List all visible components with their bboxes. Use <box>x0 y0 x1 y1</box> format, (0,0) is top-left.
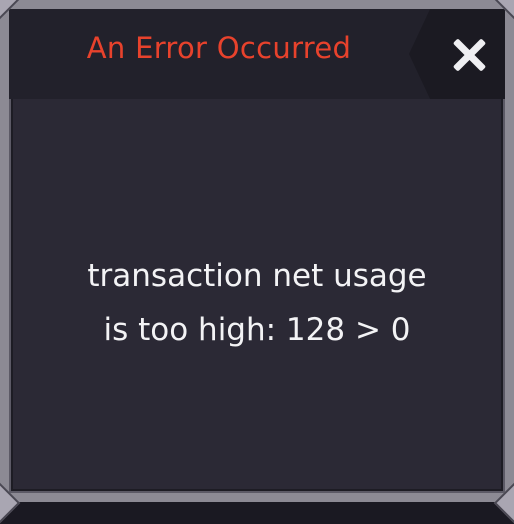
error-message-line-2: is too high: 128 > 0 <box>29 303 485 357</box>
error-dialog: An Error Occurred transaction net usage … <box>0 0 514 502</box>
error-message-line-1: transaction net usage <box>29 249 485 303</box>
error-message: transaction net usage is too high: 128 >… <box>29 249 485 357</box>
dialog-header: An Error Occurred <box>9 9 505 99</box>
dialog-title: An Error Occurred <box>9 31 429 65</box>
close-button[interactable] <box>451 37 487 73</box>
